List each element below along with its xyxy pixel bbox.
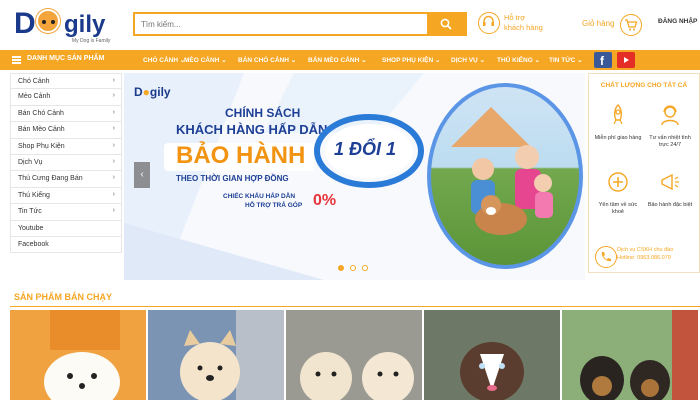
rocket-icon — [613, 104, 623, 125]
nav-item-shop-phu-kien[interactable]: SHOP PHỤ KIỆN ⌄ — [382, 56, 440, 64]
chevron-right-icon: › — [112, 190, 115, 198]
cart-label: Giỏ hàng — [582, 19, 615, 28]
support-agent-icon — [661, 105, 679, 126]
menu-icon — [12, 56, 21, 64]
carousel-dot-2[interactable] — [350, 265, 356, 271]
banner-line2: KHÁCH HÀNG HẤP DẪN — [176, 122, 328, 137]
product-image — [10, 310, 146, 400]
cart-icon — [620, 14, 642, 36]
best-seller-divider — [10, 306, 700, 307]
hero-banner[interactable]: D●gily CHÍNH SÁCH KHÁCH HÀNG HẤP DẪN BẢO… — [124, 73, 585, 280]
chevron-right-icon: › — [112, 77, 115, 84]
product-image — [148, 310, 284, 400]
nav-item-dich-vu[interactable]: DỊCH VỤ ⌄ — [451, 56, 485, 64]
sidebar-item-thu-cung-dang-ban[interactable]: Thú Cưng Đang Bán › — [10, 171, 122, 188]
logo-letter-d: D — [14, 7, 36, 40]
nav-item-cho-canh[interactable]: CHÓ CẢNH ⌄ — [143, 56, 185, 64]
sidebar-item-shop-phu-kien[interactable]: Shop Phụ Kiện › — [10, 138, 122, 155]
sidebar-item-dich-vu[interactable]: Dịch Vụ › — [10, 154, 122, 172]
quality-panel-title: CHẤT LƯỢNG CHO TẤT CẢ — [600, 82, 688, 89]
search-input[interactable] — [141, 17, 421, 32]
chevron-right-icon: › — [112, 108, 115, 116]
nav-item-tin-tuc[interactable]: TIN TỨC ⌄ — [549, 56, 583, 64]
search-icon — [440, 18, 452, 30]
youtube-icon[interactable] — [617, 52, 635, 68]
product-card[interactable] — [148, 310, 284, 400]
nav-item-meo-canh[interactable]: MÈO CẢNH ⌄ — [184, 56, 227, 64]
megaphone-icon — [661, 173, 679, 191]
chevron-right-icon: › — [112, 174, 115, 182]
product-card[interactable] — [562, 310, 698, 400]
sidebar-item-ban-meo-canh[interactable]: Bán Mèo Cảnh › — [10, 122, 122, 139]
sidebar-item-cho-canh[interactable]: Chó Cảnh › — [10, 73, 122, 90]
chevron-right-icon: › — [112, 125, 115, 133]
support-label-2: khách hàng — [504, 23, 543, 32]
facebook-icon[interactable]: f — [594, 52, 612, 68]
product-image — [424, 310, 560, 400]
site-logo[interactable]: D gily My Dog is Family — [14, 5, 124, 45]
logo-tagline: My Dog is Family — [72, 38, 111, 44]
sidebar-item-thu-kieng[interactable]: Thú Kiểng › — [10, 187, 122, 205]
product-image — [286, 310, 422, 400]
feature-warranty: Bảo hành đặc biệt — [645, 169, 695, 209]
family-dog-photo — [427, 83, 583, 269]
chevron-right-icon: › — [112, 141, 115, 149]
banner-line4: THEO THỜI GIAN HỢP ĐỒNG — [176, 174, 289, 183]
logo-text: gily — [64, 11, 106, 38]
quality-panel: CHẤT LƯỢNG CHO TẤT CẢ Miễn phí giao hàng… — [588, 73, 700, 273]
nav-item-ban-cho-canh[interactable]: BÁN CHÓ CẢNH ⌄ — [238, 56, 296, 64]
medical-icon — [608, 172, 628, 192]
login-link[interactable]: ĐĂNG NHẬP — [658, 18, 697, 25]
category-sidebar: Chó Cảnh › Mèo Cảnh › Bán Chó Cảnh › Bán Mè… — [10, 73, 122, 254]
product-card[interactable] — [424, 310, 560, 400]
support-label-1: Hỗ trợ — [504, 13, 526, 22]
search-bar — [133, 12, 467, 36]
chevron-right-icon: › — [112, 157, 115, 165]
hotline-number[interactable]: Hotline: 0963.086.079 — [617, 255, 673, 263]
sidebar-item-tin-tuc[interactable]: Tin Tức › — [10, 204, 122, 221]
hotline-label: Dịch vụ CSKH chu đáo — [617, 247, 674, 253]
chevron-right-icon: › — [112, 207, 115, 215]
headset-icon — [478, 12, 500, 34]
chevron-right-icon: › — [112, 92, 115, 100]
nav-item-ban-meo-canh[interactable]: BÁN MÈO CẢNH ⌄ — [308, 56, 367, 64]
phone-icon — [595, 246, 617, 268]
category-label: DANH MỤC SẢN PHẨM — [27, 55, 105, 62]
banner-line1: CHÍNH SÁCH — [225, 106, 301, 120]
search-button[interactable] — [427, 14, 465, 34]
carousel-dot-3[interactable] — [362, 265, 368, 271]
main-nav: DANH MỤC SẢN PHẨM CHÓ CẢNH ⌄ MÈO CẢNH ⌄ … — [0, 50, 700, 70]
customer-support[interactable]: Hỗ trợ khách hàng — [478, 11, 558, 39]
best-seller-title: SẢN PHẨM BÁN CHẠY — [14, 292, 113, 302]
banner-percent: 0% — [313, 192, 337, 209]
sidebar-item-meo-canh[interactable]: Mèo Cảnh › — [10, 89, 122, 106]
cart-button[interactable]: Giỏ hàng — [582, 12, 644, 40]
feature-support-247: Tư vấn nhiệt tình trực 24/7 — [645, 102, 695, 149]
carousel-prev-button[interactable]: ‹ — [134, 162, 150, 188]
banner-logo: D●gily — [134, 85, 171, 99]
logo-dog-icon — [36, 9, 60, 33]
product-card[interactable] — [286, 310, 422, 400]
banner-badge: 1 ĐỔI 1 — [334, 139, 397, 159]
sidebar-item-facebook[interactable]: Facebook — [10, 236, 122, 254]
svg-text:f: f — [600, 54, 605, 68]
product-image — [562, 310, 698, 400]
product-card[interactable] — [10, 310, 146, 400]
feature-free-shipping: Miễn phí giao hàng — [593, 102, 643, 142]
sidebar-item-youtube[interactable]: Youtube — [10, 220, 122, 237]
nav-item-thu-kieng[interactable]: THỦ KIỂNG ⌄ — [497, 56, 540, 64]
feature-health: Yên tâm về sức khoẻ — [593, 169, 643, 216]
banner-line6: HỖ TRỢ TRẢ GÓP — [245, 202, 303, 209]
banner-line5: CHIẾC KHẤU HẤP DẪN — [223, 193, 296, 200]
carousel-dot-1[interactable] — [338, 265, 344, 271]
sidebar-item-ban-cho-canh[interactable]: Bán Chó Cảnh › — [10, 105, 122, 123]
banner-line3: BẢO HÀNH — [176, 142, 306, 169]
